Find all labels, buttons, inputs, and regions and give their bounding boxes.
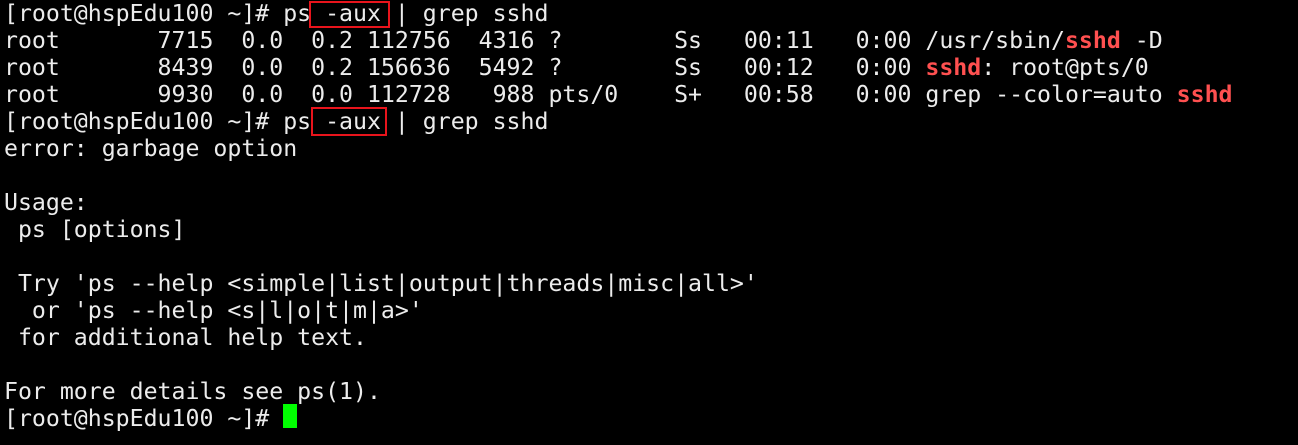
terminal-output[interactable]: [root@hspEdu100 ~]# ps -aux | grep sshd r… <box>4 0 1233 432</box>
terminal-text: For more details see ps(1). <box>4 378 381 405</box>
annotation-box-aux-1 <box>309 1 390 28</box>
terminal-text: for additional help text. <box>4 324 367 351</box>
terminal-line: root 9930 0.0 0.0 112728 988 pts/0 S+ 00… <box>4 81 1233 108</box>
grep-match-highlight: sshd <box>1064 27 1121 54</box>
terminal-cursor <box>283 404 297 428</box>
terminal-text: or 'ps --help <s|l|o|t|m|a>' <box>4 297 423 324</box>
terminal-text: -D <box>1120 27 1163 54</box>
terminal-text: ps [options] <box>4 216 186 243</box>
terminal-line: [root@hspEdu100 ~]# ps -aux | grep sshd <box>4 0 1233 27</box>
annotation-box-aux-2 <box>311 107 387 136</box>
terminal-text: [root@hspEdu100 ~]# ps -aux | grep sshd <box>4 108 549 135</box>
terminal-text: Try 'ps --help <simple|list|output|threa… <box>4 270 758 297</box>
terminal-line: ps [options] <box>4 216 1233 243</box>
terminal-text: Usage: <box>4 189 88 216</box>
terminal-text: root 9930 0.0 0.0 112728 988 pts/0 S+ 00… <box>4 81 1177 108</box>
terminal-line: Usage: <box>4 189 1233 216</box>
terminal-text: error: garbage option <box>4 135 298 162</box>
terminal-text: root 7715 0.0 0.2 112756 4316 ? Ss 00:11… <box>4 27 1065 54</box>
terminal-line: For more details see ps(1). <box>4 378 1233 405</box>
terminal-line: Try 'ps --help <simple|list|output|threa… <box>4 270 1233 297</box>
grep-match-highlight: sshd <box>1176 81 1233 108</box>
terminal-line: root 7715 0.0 0.2 112756 4316 ? Ss 00:11… <box>4 27 1233 54</box>
terminal-line: error: garbage option <box>4 135 1233 162</box>
terminal-text: [root@hspEdu100 ~]# ps -aux | grep sshd <box>4 0 549 27</box>
terminal-line: for additional help text. <box>4 324 1233 351</box>
terminal-text: [root@hspEdu100 ~]# <box>4 405 284 432</box>
terminal-line: [root@hspEdu100 ~]# ps -aux | grep sshd <box>4 108 1233 135</box>
terminal-line: [root@hspEdu100 ~]# <box>4 405 1233 432</box>
terminal-text: : root@pts/0 <box>981 54 1149 81</box>
terminal-line: or 'ps --help <s|l|o|t|m|a>' <box>4 297 1233 324</box>
terminal-text: root 8439 0.0 0.2 156636 5492 ? Ss 00:12… <box>4 54 926 81</box>
grep-match-highlight: sshd <box>925 54 982 81</box>
terminal-line: root 8439 0.0 0.2 156636 5492 ? Ss 00:12… <box>4 54 1233 81</box>
